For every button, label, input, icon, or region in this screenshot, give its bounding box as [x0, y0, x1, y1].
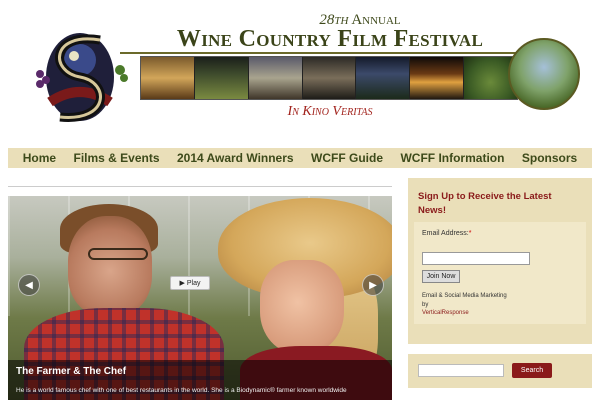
strip-photo	[141, 57, 194, 99]
nav-item-sponsors[interactable]: Sponsors	[522, 151, 577, 165]
strip-photo	[302, 57, 356, 99]
content-divider	[8, 186, 392, 187]
slide-caption: The Farmer & The Chef He is a world famo…	[8, 360, 392, 400]
banner-divider	[120, 52, 540, 54]
festival-title[interactable]: Wine Country Film Festival	[150, 26, 510, 53]
slide-title[interactable]: The Farmer & The Chef	[16, 366, 384, 377]
nav-item-home[interactable]: Home	[23, 151, 56, 165]
main-nav: Home Films & Events 2014 Award Winners W…	[8, 148, 592, 168]
strip-photo	[356, 57, 410, 99]
chevron-right-icon: ▶	[369, 279, 377, 291]
vineyard-oval-photo	[508, 38, 580, 110]
email-label: Email Address:*	[422, 230, 578, 237]
search-input[interactable]	[418, 364, 504, 377]
nav-item-films-events[interactable]: Films & Events	[74, 151, 160, 165]
site-header: 28th Annual Wine Country Film Festival I…	[0, 0, 600, 140]
email-label-text: Email Address:	[422, 230, 469, 237]
photo-strip	[140, 56, 518, 100]
chevron-left-icon: ◀	[25, 279, 33, 291]
nav-item-award-winners[interactable]: 2014 Award Winners	[177, 151, 294, 165]
required-mark: *	[468, 230, 472, 237]
festival-tagline: In Kino Veritas	[287, 104, 373, 119]
strip-photo	[248, 57, 302, 99]
signup-heading: Sign Up to Receive the Latest News!	[418, 191, 552, 216]
festival-logo[interactable]	[30, 22, 130, 132]
signup-form: Email Address:* Join Now Email & Social …	[414, 222, 586, 324]
play-button[interactable]: ▶ Play	[170, 276, 210, 290]
strip-photo	[194, 57, 248, 99]
strip-photo	[410, 57, 464, 99]
play-label: Play	[186, 279, 201, 287]
provider-link[interactable]: VerticalResponse	[422, 310, 469, 316]
slide-image-part	[88, 248, 148, 260]
featured-slider[interactable]: ◀ ▶ ▶ Play The Farmer & The Chef He is a…	[8, 196, 392, 400]
slider-prev-button[interactable]: ◀	[18, 274, 40, 296]
join-now-button[interactable]: Join Now	[422, 270, 460, 283]
play-icon: ▶	[179, 280, 185, 287]
slider-next-button[interactable]: ▶	[362, 274, 384, 296]
slide-image-part	[68, 216, 152, 316]
powered-by-text: Email & Social Media Marketing by	[422, 293, 507, 308]
nav-item-wcff-information[interactable]: WCFF Information	[400, 151, 504, 165]
search-button[interactable]: Search	[512, 363, 552, 378]
search-widget: Search	[408, 354, 592, 388]
slide-image-part	[260, 260, 344, 354]
email-field[interactable]	[422, 252, 530, 265]
slide-description: He is a world famous chef with one of be…	[16, 387, 347, 394]
nav-item-wcff-guide[interactable]: WCFF Guide	[311, 151, 383, 165]
newsletter-signup: Sign Up to Receive the Latest News! Emai…	[408, 178, 592, 344]
